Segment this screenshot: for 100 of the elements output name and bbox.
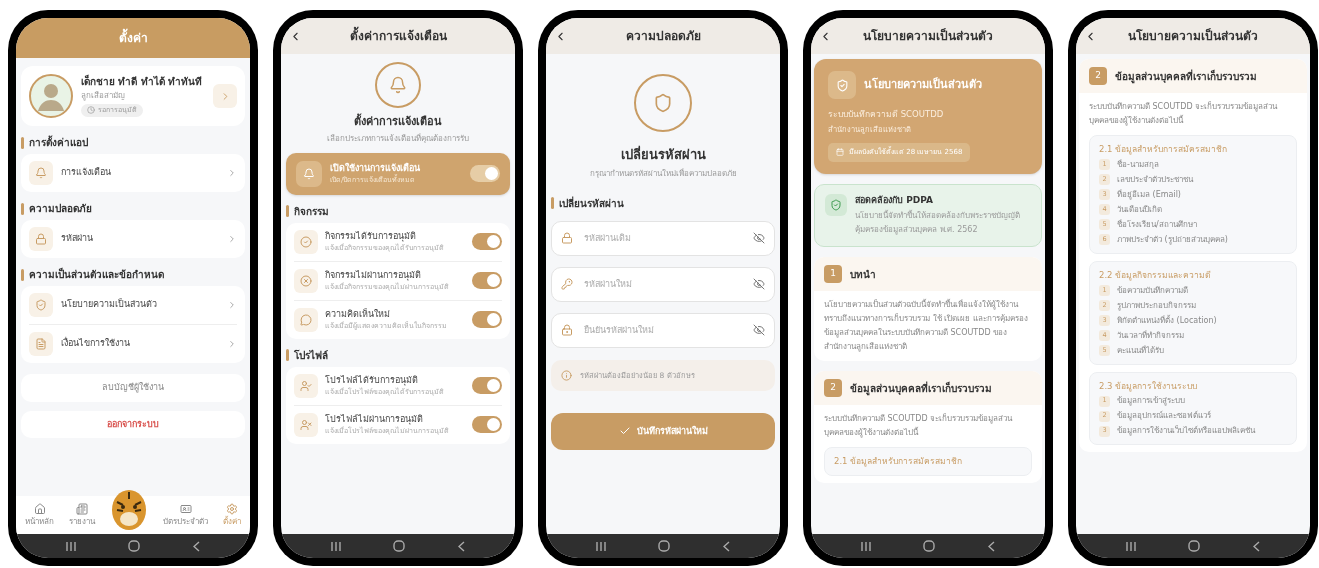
recent-apps-icon[interactable] (1126, 541, 1137, 551)
section-title: กิจกรรม (294, 204, 329, 219)
logout-button[interactable]: ออกจากระบบ (21, 410, 245, 438)
user-x-icon (300, 418, 312, 431)
user-check-icon (300, 379, 312, 392)
setting-title: กิจกรรมไม่ผ่านการอนุมัติ (325, 268, 421, 281)
bell-icon (35, 167, 47, 179)
lock-icon (561, 231, 573, 244)
shield-check-icon (35, 299, 47, 311)
id-card-icon (179, 502, 192, 515)
subsection-title: 2.2 ข้อมูลกิจกรรมและความดี (1099, 268, 1213, 282)
setting-title: กิจกรรมได้รับการอนุมัติ (325, 229, 416, 242)
password-field[interactable]: ยืนยันรหัสผ่านใหม่ (551, 312, 775, 348)
home-icon[interactable] (658, 540, 671, 552)
lock-icon (35, 233, 47, 245)
toggle-switch[interactable] (472, 311, 502, 328)
document-icon (35, 338, 47, 350)
home-icon (33, 502, 46, 515)
item-text: ชื่อ-นามสกุล (1117, 158, 1159, 171)
section-heading: ข้อมูลส่วนบุคคลที่เราเก็บรวบรวม (850, 380, 992, 396)
profile-name: เด็กชาย ทำดี ทำได้ ทำทันที (81, 75, 203, 88)
item-text: รูปภาพประกอบกิจกรรม (1117, 299, 1196, 312)
screen-title: นโยบายความเป็นส่วนตัว (862, 27, 994, 45)
profile-role: ลูกเสือสามัญ (81, 90, 125, 102)
password-field[interactable]: รหัสผ่านใหม่ (551, 266, 775, 302)
recent-apps-icon[interactable] (861, 541, 872, 551)
home-icon[interactable] (128, 540, 141, 552)
back-icon[interactable] (987, 540, 995, 552)
hero-title: นโยบายความเป็นส่วนตัว (864, 76, 982, 93)
clock-icon (87, 106, 95, 115)
section-number: 2 (824, 379, 842, 397)
settings-item[interactable]: รหัสผ่าน (29, 220, 237, 258)
subsection-title: 2.1 ข้อมูลสำหรับการสมัครสมาชิก (1099, 143, 1229, 156)
item-text: ข้อความบันทึกความดี (1117, 284, 1188, 297)
nav-tab[interactable]: ตั้งค่า (222, 502, 241, 528)
back-icon[interactable] (192, 540, 200, 552)
home-icon[interactable] (393, 540, 406, 552)
toggle-switch[interactable] (472, 416, 502, 433)
document-icon (75, 502, 88, 515)
nav-tab[interactable]: รายงาน (68, 502, 95, 528)
home-icon[interactable] (923, 540, 936, 552)
setting-title: ความคิดเห็นใหม่ (325, 307, 391, 321)
section-heading: ข้อมูลส่วนบุคคลที่เราเก็บรวบรวม (1115, 68, 1257, 84)
setting-title: โปรไฟล์ไม่ผ่านการอนุมัติ (325, 412, 423, 425)
settings-item-label: นโยบายความเป็นส่วนตัว (61, 298, 158, 312)
section-title: โปรไฟล์ (294, 348, 328, 363)
section-title: ความเป็นส่วนตัวและข้อกำหนด (29, 267, 164, 282)
item-text: เลขประจำตัวประชาชน (1117, 173, 1193, 186)
recent-apps-icon[interactable] (66, 541, 77, 551)
item-text: คะแนนที่ได้รับ (1117, 344, 1164, 357)
section-title: การตั้งค่าแอป (29, 135, 88, 150)
save-password-button[interactable]: บันทึกรหัสผ่านใหม่ (551, 412, 775, 450)
eye-off-icon[interactable] (753, 231, 765, 244)
delete-account-button[interactable]: ลบบัญชีผู้ใช้งาน (21, 374, 245, 402)
system-name: ระบบบันทึกความดี SCOUTDD (828, 108, 944, 121)
screen-title: นโยบายความเป็นส่วนตัว (1127, 27, 1259, 45)
settings-icon (225, 502, 238, 515)
lock-icon (561, 323, 573, 336)
item-text: วันเวลาที่ทำกิจกรรม (1117, 329, 1184, 342)
setting-title: โปรไฟล์ได้รับการอนุมัติ (325, 373, 418, 386)
subsection-title: 2.3 ข้อมูลการใช้งานระบบ (1099, 379, 1199, 393)
settings-item-label: การแจ้งเตือน (61, 166, 112, 180)
settings-item[interactable]: เงื่อนไขการใช้งาน (29, 324, 237, 363)
toggle-switch[interactable] (472, 233, 502, 250)
shield-check-icon (830, 198, 842, 211)
page-subtitle: เลือกประเภทการแจ้งเตือนที่คุณต้องการรับ (327, 132, 469, 145)
avatar (29, 74, 73, 118)
shield-icon (653, 93, 673, 113)
eye-off-icon[interactable] (753, 323, 765, 336)
password-field[interactable]: รหัสผ่านเดิม (551, 220, 775, 256)
back-icon[interactable] (1252, 540, 1260, 552)
back-icon[interactable] (722, 540, 730, 552)
info-icon (561, 369, 572, 381)
section-number: 2 (1089, 67, 1107, 85)
pdpa-title: สอดคล้องกับ PDPA (855, 193, 934, 207)
page-heading: เปลี่ยนรหัสผ่าน (620, 145, 706, 164)
section-text: ระบบบันทึกความดี SCOUTDD จะเก็บรวบรวมข้อมูลส่วนบุคคลของผู้ใช้งานดังต่อไปนี้ (824, 412, 1014, 440)
recent-apps-icon[interactable] (596, 541, 607, 551)
setting-title: เปิดใช้งานการแจ้งเตือน (330, 161, 421, 174)
toggle-switch[interactable] (472, 272, 502, 289)
calendar-icon (836, 148, 844, 157)
recent-apps-icon[interactable] (331, 541, 342, 551)
chevron-right-icon (227, 168, 237, 178)
settings-item[interactable]: การแจ้งเตือน (29, 154, 237, 192)
toggle-switch[interactable] (470, 165, 500, 182)
home-icon[interactable] (1188, 540, 1201, 552)
nav-tab[interactable]: หน้าหลัก (25, 502, 55, 528)
settings-item[interactable]: นโยบายความเป็นส่วนตัว (29, 286, 237, 324)
pdpa-text: นโยบายนี้จัดทำขึ้นให้สอดคล้องกับพระราชบัญญัติคุ้มครองข้อมูลส่วนบุคคล พ.ศ. 2562 (855, 209, 1021, 237)
item-text: วันเดือนปีเกิด (1117, 203, 1162, 216)
section-text: นโยบายความเป็นส่วนตัวฉบับนี้จัดทำขึ้นเพื่อแจ้งให้ผู้ใช้งานทราบถึงแนวทางการเก็บรวบรวม ใช้ เปิดเผย และการคุ้มครองข้อมูลส่วนบุคคลในระบบบันทึกความดี SCOUTDD ของสำนักงานลูกเสือแห่งชาติ (824, 298, 1029, 354)
nav-tab[interactable]: บัตรประจำตัว (163, 502, 209, 528)
screen-title: ความปลอดภัย (624, 28, 702, 45)
item-text: ที่อยู่อีเมล (Email) (1117, 188, 1181, 201)
key-icon (561, 277, 573, 290)
page-subtitle: กรุณากำหนดรหัสผ่านใหม่เพื่อความปลอดภัย (589, 167, 737, 180)
screen-title: ตั้งค่าการแจ้งเตือน (302, 27, 507, 45)
back-icon[interactable] (457, 540, 465, 552)
toggle-switch[interactable] (472, 377, 502, 394)
eye-off-icon[interactable] (753, 277, 765, 290)
